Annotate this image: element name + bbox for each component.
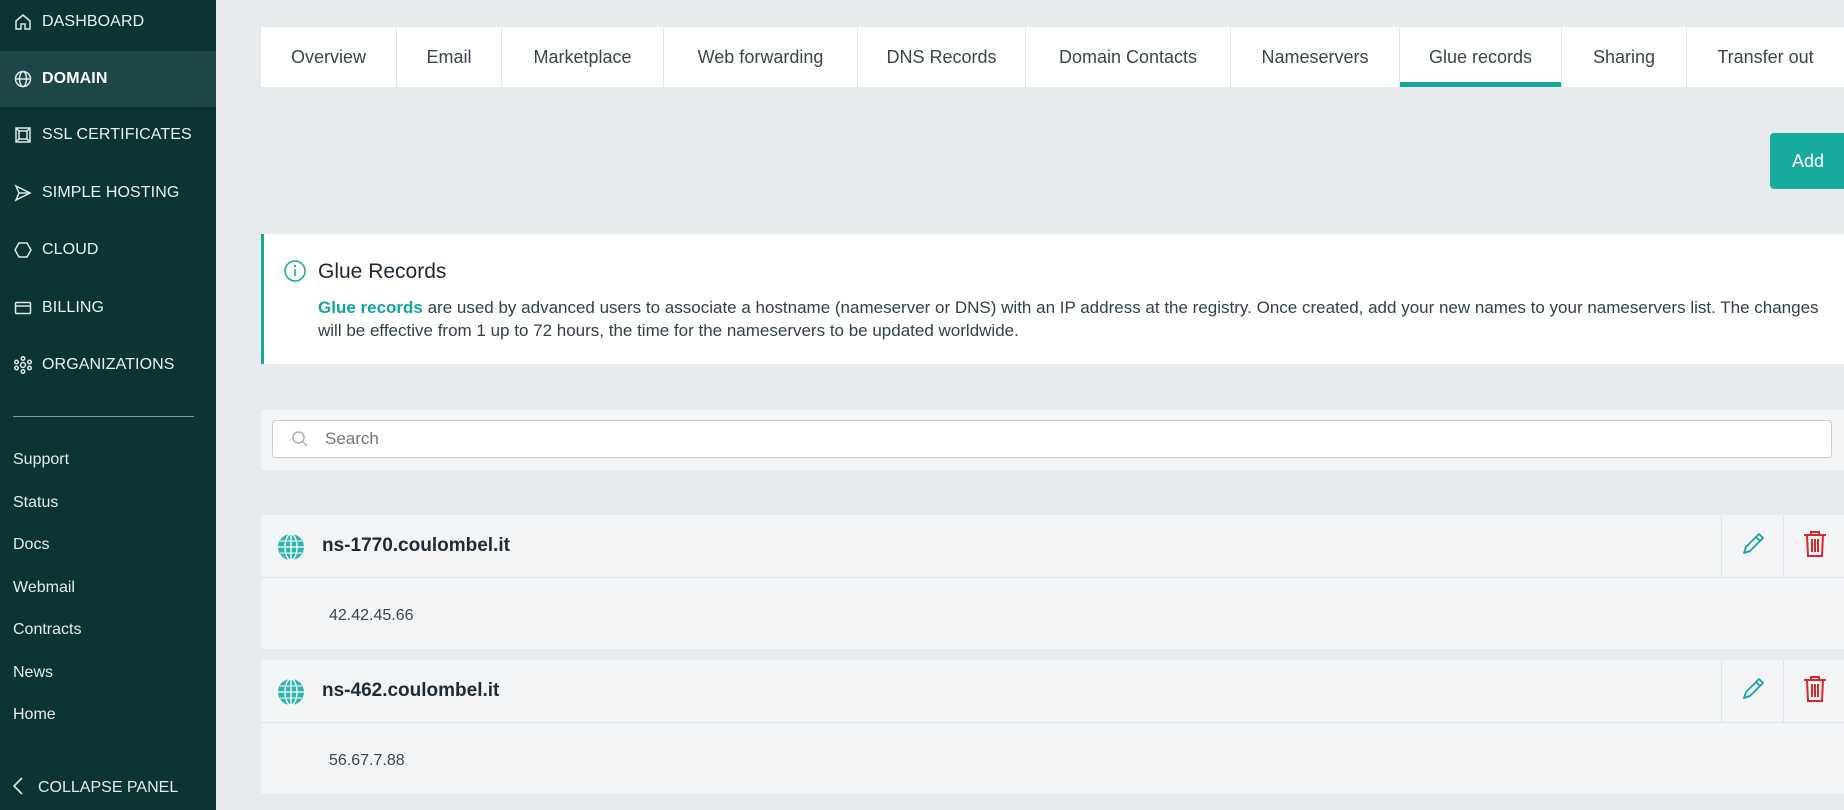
tab-glue-records[interactable]: Glue records	[1400, 27, 1562, 87]
record-header: ns-1770.coulombel.it	[261, 515, 1844, 578]
nav-ssl-certificates[interactable]: SSL CERTIFICATES	[0, 107, 216, 163]
record-hostname: ns-462.coulombel.it	[322, 680, 500, 701]
globe-icon	[12, 68, 34, 90]
trash-icon	[1801, 674, 1829, 709]
collapse-panel-button[interactable]: COLLAPSE PANEL	[0, 766, 216, 810]
link-docs[interactable]: Docs	[13, 536, 49, 554]
link-home[interactable]: Home	[13, 706, 56, 724]
record-hostname: ns-1770.coulombel.it	[322, 535, 510, 556]
link-status[interactable]: Status	[13, 494, 58, 512]
add-button[interactable]: Add	[1770, 133, 1844, 189]
link-webmail[interactable]: Webmail	[13, 579, 75, 597]
nav-label: ORGANIZATIONS	[42, 356, 175, 373]
glue-record-row: ns-462.coulombel.it 56.67.7.88	[261, 660, 1844, 794]
pencil-icon	[1739, 675, 1767, 708]
globe-icon	[277, 533, 305, 566]
search-input[interactable]	[272, 420, 1832, 458]
send-icon	[12, 182, 34, 204]
info-text: are used by advanced users to associate …	[318, 298, 1819, 340]
tab-dns-records[interactable]: DNS Records	[858, 27, 1026, 87]
nav-label: SIMPLE HOSTING	[42, 184, 180, 201]
record-ip: 56.67.7.88	[329, 752, 405, 769]
glue-records-link[interactable]: Glue records	[318, 298, 423, 317]
tab-web-forwarding[interactable]: Web forwarding	[664, 27, 858, 87]
card-icon	[12, 297, 34, 319]
link-support[interactable]: Support	[13, 451, 69, 469]
link-news[interactable]: News	[13, 664, 53, 682]
nav-label: DASHBOARD	[42, 13, 145, 30]
nav-domain[interactable]: DOMAIN	[0, 51, 216, 107]
link-contracts[interactable]: Contracts	[13, 621, 81, 639]
tab-overview[interactable]: Overview	[261, 27, 397, 87]
info-panel: Glue Records Glue records are used by ad…	[261, 234, 1844, 364]
pencil-icon	[1739, 530, 1767, 563]
record-ip: 42.42.45.66	[329, 607, 414, 624]
tab-domain-contacts[interactable]: Domain Contacts	[1026, 27, 1231, 87]
collapse-label: COLLAPSE PANEL	[38, 779, 179, 796]
nav-simple-hosting[interactable]: SIMPLE HOSTING	[0, 165, 216, 221]
info-title: Glue Records	[318, 260, 447, 283]
delete-button[interactable]	[1783, 660, 1844, 722]
tab-nameservers[interactable]: Nameservers	[1231, 27, 1400, 87]
tab-sharing[interactable]: Sharing	[1562, 27, 1687, 87]
edit-button[interactable]	[1721, 515, 1784, 577]
search-icon	[291, 430, 309, 453]
nav-label: CLOUD	[42, 241, 99, 258]
domain-tabs: Overview Email Marketplace Web forwardin…	[261, 27, 1844, 87]
edit-button[interactable]	[1721, 660, 1784, 722]
trash-icon	[1801, 529, 1829, 564]
nav-cloud[interactable]: CLOUD	[0, 222, 216, 278]
sidebar-divider	[13, 416, 194, 417]
info-description: Glue records are used by advanced users …	[318, 296, 1838, 342]
record-header: ns-462.coulombel.it	[261, 660, 1844, 723]
info-icon	[284, 260, 306, 287]
tab-transfer-out[interactable]: Transfer out	[1687, 27, 1844, 87]
glue-record-row: ns-1770.coulombel.it 42.42.45.66	[261, 515, 1844, 649]
nav-label: BILLING	[42, 299, 105, 316]
search-bar	[261, 410, 1844, 470]
globe-icon	[277, 678, 305, 711]
certificate-icon	[12, 124, 34, 146]
nav-billing[interactable]: BILLING	[0, 280, 216, 336]
nav-organizations[interactable]: ORGANIZATIONS	[0, 337, 216, 393]
nav-label: SSL CERTIFICATES	[42, 126, 192, 143]
sidebar: DASHBOARD DOMAIN SSL CERTIFICATES SIMPLE…	[0, 0, 216, 810]
nav-label: DOMAIN	[42, 70, 108, 87]
cube-icon	[12, 239, 34, 261]
chevron-left-icon	[12, 776, 24, 800]
tab-marketplace[interactable]: Marketplace	[502, 27, 664, 87]
nav-dashboard[interactable]: DASHBOARD	[0, 0, 216, 50]
delete-button[interactable]	[1783, 515, 1844, 577]
home-icon	[12, 11, 34, 33]
organization-icon	[12, 354, 34, 376]
tab-email[interactable]: Email	[397, 27, 502, 87]
